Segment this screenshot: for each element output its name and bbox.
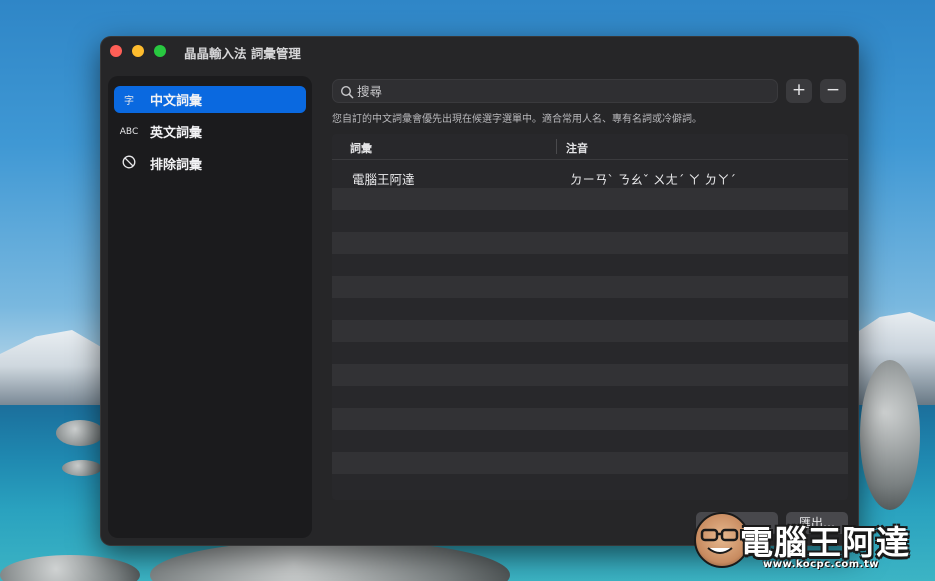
window-title: 晶晶輸入法 詞彙管理 — [184, 46, 301, 61]
wallpaper-rock — [56, 420, 104, 446]
watermark-url: www.kocpc.com.tw — [763, 559, 879, 570]
titlebar: 晶晶輸入法 詞彙管理 — [100, 36, 859, 66]
vocabulary-manager-window: 晶晶輸入法 詞彙管理 字 中文詞彙 ABC 英文詞彙 排除詞彙 + − 您自訂的… — [100, 36, 859, 546]
sidebar-item-label: 英文詞彙 — [150, 126, 203, 141]
wallpaper-rock — [860, 360, 920, 510]
vocabulary-table: 詞彙 注音 電腦王阿達 ㄉㄧㄢˋ ㄋㄠˇ ㄨㄤˊ ㄚ ㄉㄚˊ — [332, 134, 848, 500]
column-header-zhuyin[interactable]: 注音 — [566, 140, 588, 156]
table-row-empty — [332, 408, 848, 430]
sidebar-item-english-vocabulary[interactable]: ABC 英文詞彙 — [114, 118, 306, 145]
table-row-empty — [332, 452, 848, 474]
table-cell-zhuyin: ㄉㄧㄢˋ ㄋㄠˇ ㄨㄤˊ ㄚ ㄉㄚˊ — [570, 172, 736, 187]
close-window-button[interactable] — [110, 45, 122, 57]
abc-icon: ABC — [119, 126, 139, 137]
table-row-empty — [332, 254, 848, 276]
zi-icon: 字 — [124, 96, 134, 107]
remove-button[interactable]: − — [820, 79, 846, 103]
sidebar-item-chinese-vocabulary[interactable]: 字 中文詞彙 — [114, 86, 306, 113]
search-icon — [340, 84, 354, 99]
sidebar-item-excluded-vocabulary[interactable]: 排除詞彙 — [114, 150, 306, 177]
search-input[interactable] — [357, 80, 757, 102]
wallpaper-rock — [62, 460, 102, 476]
sidebar-item-label: 中文詞彙 — [150, 94, 203, 109]
watermark-text: 電腦王阿達 — [740, 523, 910, 562]
column-divider[interactable] — [556, 139, 557, 154]
table-row-empty — [332, 232, 848, 254]
minimize-window-button[interactable] — [132, 45, 144, 57]
sidebar: 字 中文詞彙 ABC 英文詞彙 排除詞彙 — [108, 76, 312, 538]
table-row-empty — [332, 188, 848, 210]
table-row-empty — [332, 298, 848, 320]
search-field[interactable] — [332, 79, 778, 103]
table-row-empty — [332, 342, 848, 364]
watermark-logo: 電腦王阿達 www.kocpc.com.tw — [688, 506, 928, 576]
table-row-empty — [332, 474, 848, 496]
sidebar-item-label: 排除詞彙 — [150, 158, 203, 173]
column-header-word[interactable]: 詞彙 — [350, 140, 372, 156]
zoom-window-button[interactable] — [154, 45, 166, 57]
table-row[interactable]: 電腦王阿達 ㄉㄧㄢˋ ㄋㄠˇ ㄨㄤˊ ㄚ ㄉㄚˊ — [332, 166, 848, 188]
prohibited-icon — [114, 155, 144, 172]
table-row-empty — [332, 276, 848, 298]
table-row-empty — [332, 364, 848, 386]
table-row-empty — [332, 320, 848, 342]
description-text: 您自訂的中文詞彙會優先出現在候選字選單中。適合常用人名、專有名詞或冷僻詞。 — [332, 114, 702, 125]
table-header: 詞彙 注音 — [332, 134, 848, 160]
add-button[interactable]: + — [786, 79, 812, 103]
table-cell-word: 電腦王阿達 — [352, 172, 415, 187]
table-row-empty — [332, 386, 848, 408]
table-row-empty — [332, 430, 848, 452]
table-row-empty — [332, 210, 848, 232]
